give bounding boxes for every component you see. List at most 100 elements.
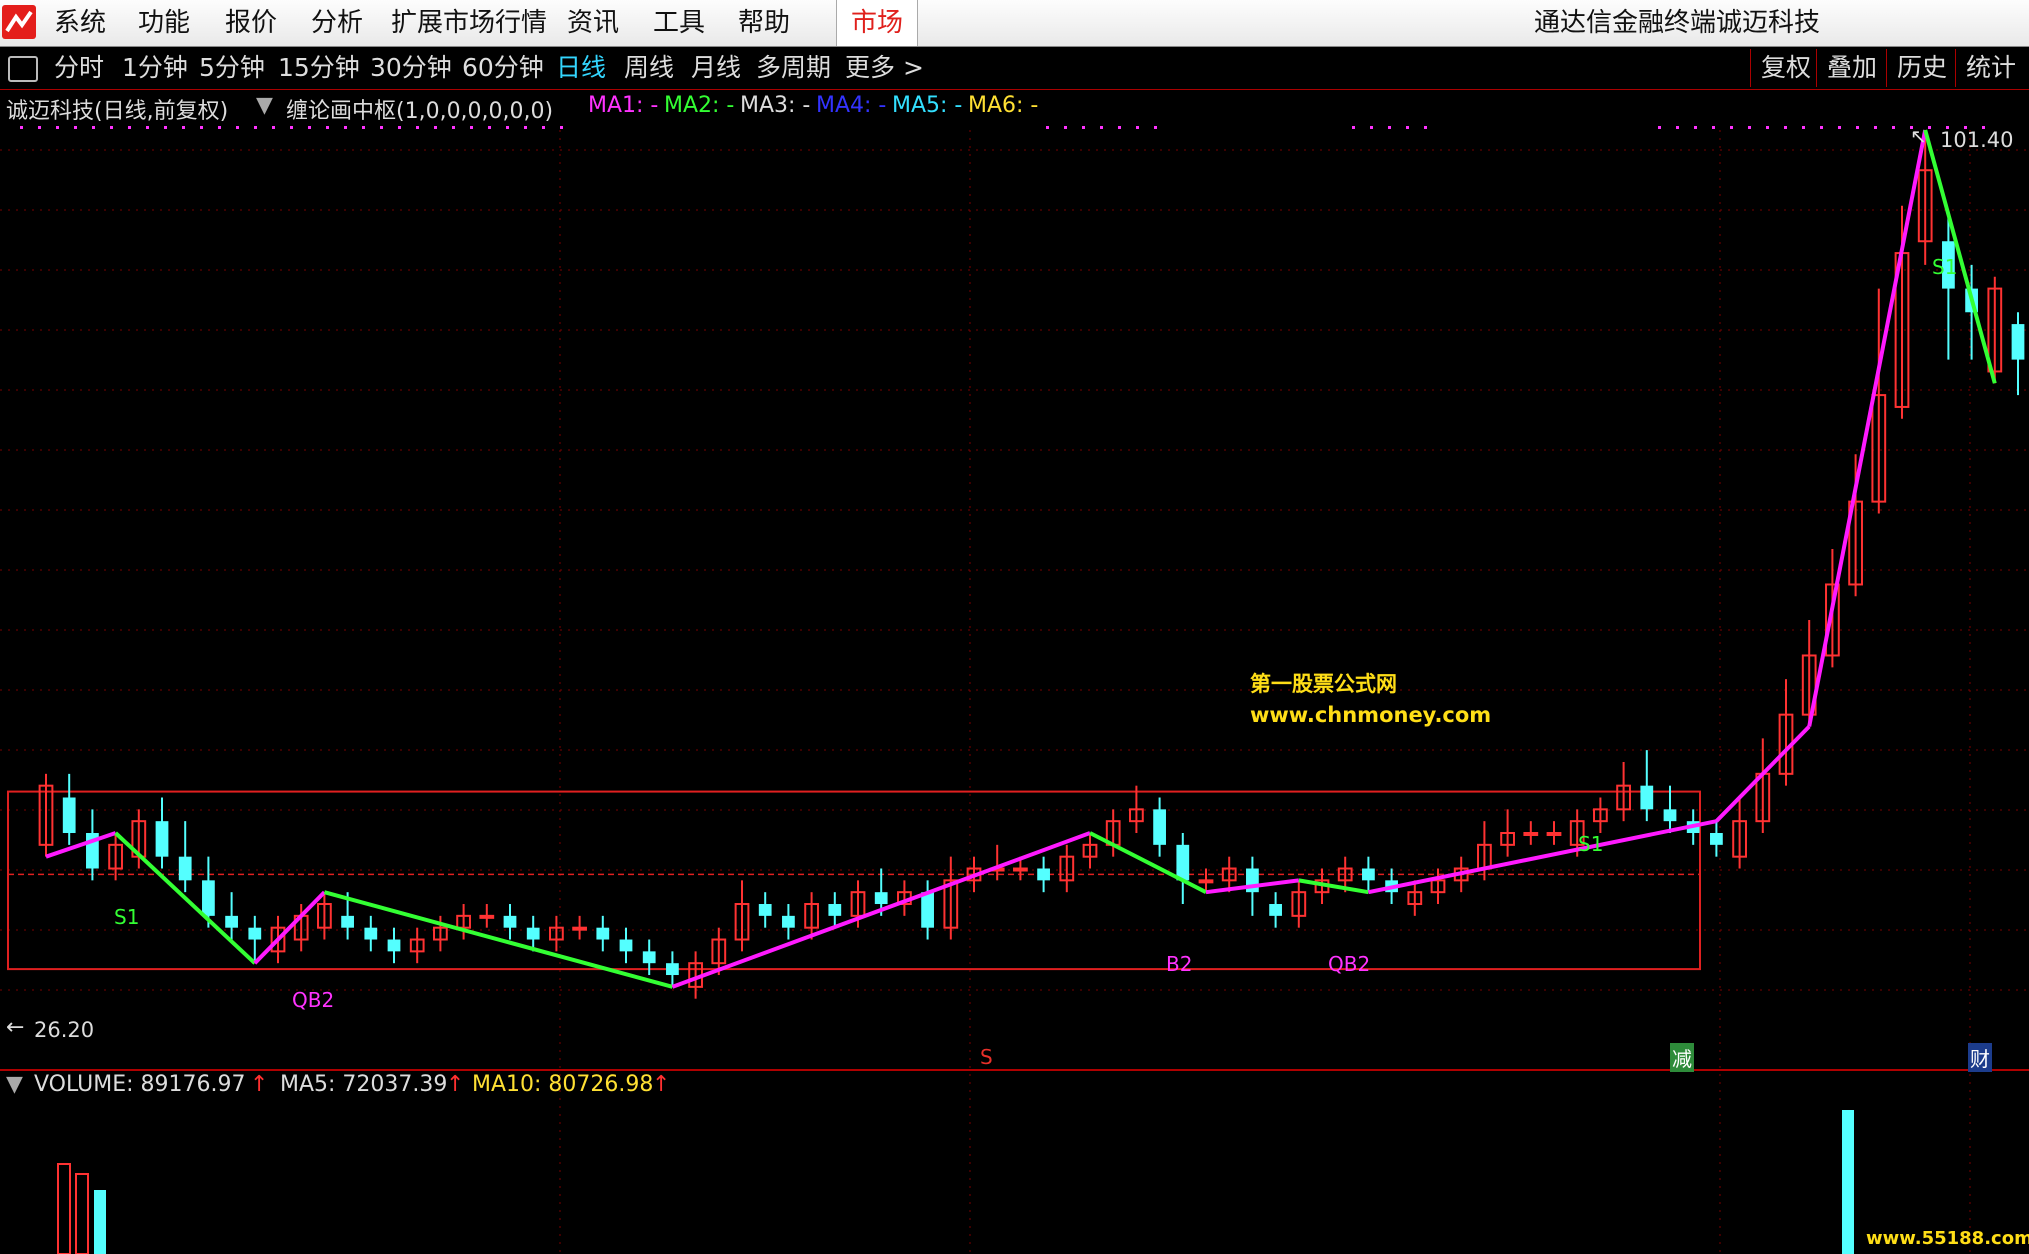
period-tab-weekly[interactable]: 周线 <box>624 47 674 89</box>
candle-body <box>178 856 192 881</box>
top-dot <box>416 126 419 129</box>
top-dot <box>380 126 383 129</box>
top-dot <box>362 126 365 129</box>
candle-body <box>1037 868 1050 881</box>
event-cai-marker[interactable]: 财 <box>1968 1043 1992 1072</box>
period-tab-daily[interactable]: 日线 <box>556 47 606 89</box>
menu-bar: 系统 功能 报价 分析 扩展市场行情 资讯 工具 帮助 市场 通达信金融终端 诚… <box>0 0 2029 47</box>
top-dot <box>434 126 437 129</box>
period-toolbar: 分时 1分钟 5分钟 15分钟 30分钟 60分钟 日线 周线 月线 多周期 更… <box>0 47 2029 90</box>
top-dot <box>164 126 167 129</box>
period-tab-30min[interactable]: 30分钟 <box>370 47 452 89</box>
top-dot <box>542 126 545 129</box>
top-dot <box>1892 126 1895 129</box>
stats-button[interactable]: 统计 <box>1955 49 2026 87</box>
top-dot <box>1658 126 1661 129</box>
adjust-button[interactable]: 复权 <box>1750 49 1821 87</box>
overlay-button[interactable]: 叠加 <box>1816 49 1887 87</box>
zigzag-up-line <box>1368 819 1717 895</box>
menu-function[interactable]: 功能 <box>138 0 190 46</box>
top-dot <box>38 126 41 129</box>
top-dot <box>236 126 239 129</box>
menu-quote[interactable]: 报价 <box>225 0 277 46</box>
arrow-left-icon: ↖ <box>1910 124 1927 148</box>
candle-body <box>503 915 517 928</box>
signal-qb2-label: QB2 <box>1328 952 1371 976</box>
ma5-legend: MA5: - <box>892 93 963 118</box>
zigzag-up-line <box>45 831 117 859</box>
event-s-marker[interactable]: S <box>980 1045 993 1069</box>
top-dot <box>56 126 59 129</box>
candle-body <box>1663 809 1677 822</box>
period-tab-more[interactable]: 更多 > <box>845 47 924 89</box>
period-tab-monthly[interactable]: 月线 <box>691 47 741 89</box>
period-tab-5min[interactable]: 5分钟 <box>199 47 265 89</box>
period-tab-15min[interactable]: 15分钟 <box>278 47 360 89</box>
top-dot <box>1712 126 1715 129</box>
candle-body <box>1153 809 1166 845</box>
watermark-url: www.chnmoney.com <box>1250 703 1492 727</box>
candle-body <box>155 821 169 857</box>
candle-body <box>596 927 610 940</box>
top-dot <box>1154 126 1157 129</box>
top-dot <box>1820 126 1823 129</box>
top-dot <box>128 126 131 129</box>
top-dot <box>1424 126 1427 129</box>
candle-body <box>758 904 772 916</box>
top-dot <box>1874 126 1877 129</box>
corner-watermark: www.55188.com <box>1866 1228 2029 1249</box>
period-tab-timeshare[interactable]: 分时 <box>54 47 104 89</box>
candle-body <box>1013 867 1028 872</box>
top-dot <box>524 126 527 129</box>
period-tab-60min[interactable]: 60分钟 <box>462 47 544 89</box>
top-dot <box>326 126 329 129</box>
candle-body <box>1176 844 1190 881</box>
signal-s1-label: S1 <box>1932 255 1958 279</box>
candle-body <box>619 939 633 952</box>
ma4-legend: MA4: - <box>816 93 887 118</box>
candle-body <box>248 927 262 940</box>
candle-body <box>1269 904 1282 916</box>
top-dot <box>452 126 455 129</box>
candle-body <box>666 963 679 976</box>
signal-s1-label: S1 <box>1578 832 1604 856</box>
menu-extended-market[interactable]: 扩展市场行情 <box>391 0 547 46</box>
top-dot <box>560 126 563 129</box>
menu-help[interactable]: 帮助 <box>738 0 790 46</box>
stock-title: 诚迈科技 <box>1716 8 1821 38</box>
volume-bar <box>94 1190 106 1254</box>
watermark-name: 第一股票公式网 <box>1250 672 1397 696</box>
menu-news[interactable]: 资讯 <box>567 0 619 46</box>
top-dot <box>1352 126 1355 129</box>
history-button[interactable]: 历史 <box>1886 49 1957 87</box>
zigzag-down-line <box>1298 878 1369 895</box>
candle-body <box>921 892 934 928</box>
top-dot <box>20 126 23 129</box>
top-dot <box>290 126 293 129</box>
top-dot <box>488 126 491 129</box>
formula-name[interactable]: 缠论画中枢(1,0,0,0,0,0,0) <box>286 93 553 125</box>
top-dot <box>1838 126 1841 129</box>
panel-toggle-icon[interactable] <box>8 56 38 82</box>
top-dot <box>74 126 77 129</box>
top-dot <box>1748 126 1751 129</box>
period-tab-multi[interactable]: 多周期 <box>756 47 831 89</box>
menu-analysis[interactable]: 分析 <box>311 0 363 46</box>
event-jian-marker[interactable]: 减 <box>1670 1043 1694 1072</box>
app-logo-icon[interactable] <box>2 5 36 39</box>
candle-body <box>2011 324 2025 360</box>
top-dot <box>1064 126 1067 129</box>
candle-body <box>874 892 888 905</box>
candle-body <box>782 915 795 928</box>
menu-system[interactable]: 系统 <box>54 0 106 46</box>
top-dot <box>398 126 401 129</box>
top-dot <box>1136 126 1139 129</box>
period-tab-1min[interactable]: 1分钟 <box>122 47 188 89</box>
volume-collapse-icon[interactable]: ▼ <box>6 1072 23 1097</box>
collapse-circle-icon[interactable]: ▼ <box>256 93 273 118</box>
volume-ma5-legend: MA5: 72037.39 <box>280 1072 448 1097</box>
candle-body <box>341 915 354 928</box>
menu-market[interactable]: 市场 <box>836 0 919 46</box>
volume-bar <box>1842 1110 1854 1254</box>
menu-tools[interactable]: 工具 <box>653 0 705 46</box>
